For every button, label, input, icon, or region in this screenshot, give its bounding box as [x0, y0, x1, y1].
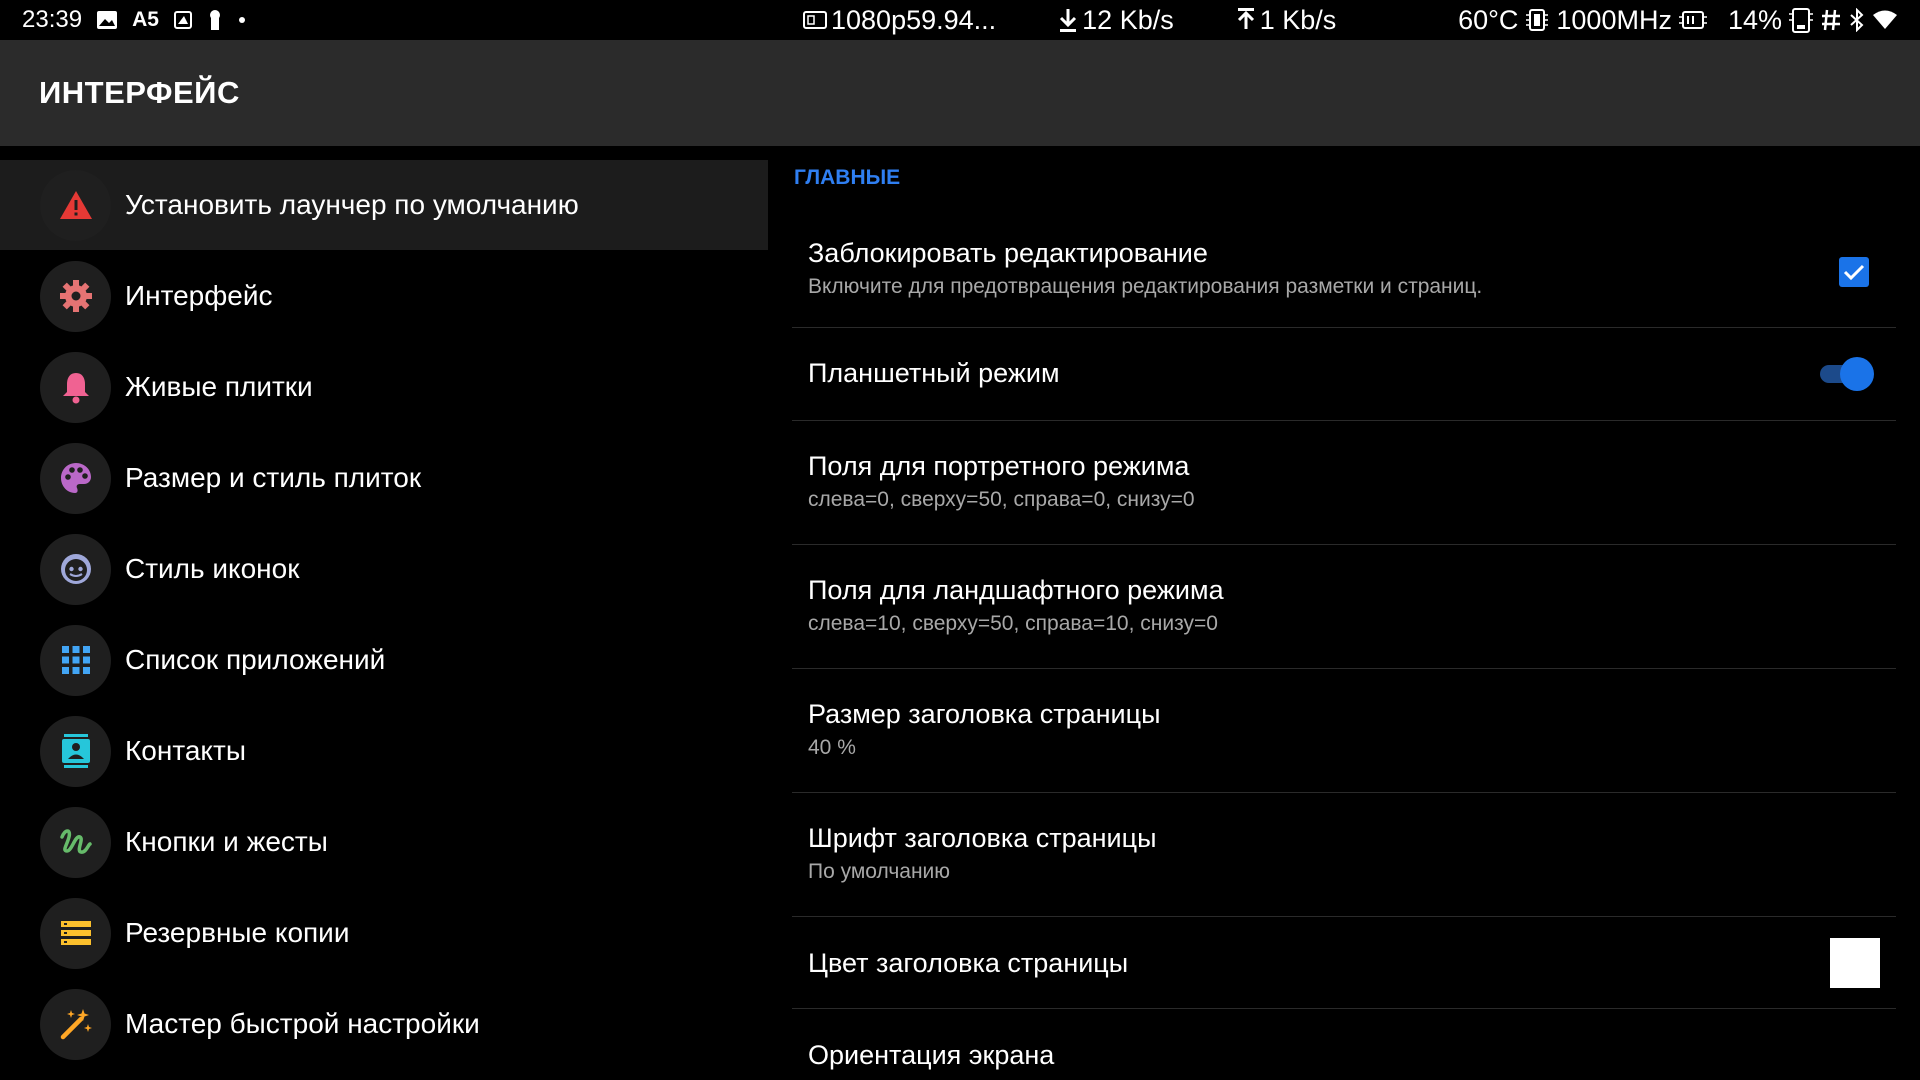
- nav-item-label: Список приложений: [125, 644, 386, 675]
- download-speed: 12 Kb/s: [1058, 5, 1174, 36]
- cpu-chip-icon: [1678, 8, 1708, 32]
- pref-title: Заблокировать редактирование: [808, 238, 1208, 268]
- contact-card-icon: [40, 715, 111, 787]
- network-hash-icon: [1820, 8, 1842, 32]
- color-swatch[interactable]: [1830, 938, 1880, 988]
- pref-summary: По умолчанию: [808, 860, 951, 883]
- gear-icon: [40, 260, 111, 332]
- pref-title: Поля для портретного режима: [808, 451, 1190, 481]
- palette-icon: [40, 442, 111, 514]
- nav-item-label: Интерфейс: [125, 280, 273, 311]
- switch-thumb: [1840, 357, 1874, 391]
- keyhole-icon: [207, 9, 223, 31]
- grid-icon: [40, 624, 111, 696]
- nav-item-tile-size-style[interactable]: Размер и стиль плиток: [0, 433, 768, 523]
- app-bar: ИНТЕРФЕЙС: [0, 40, 1920, 146]
- warning-icon: [40, 169, 111, 241]
- pref-lock-editing[interactable]: Заблокировать редактирование Включите дл…: [792, 216, 1896, 328]
- battery-icon: [1788, 6, 1814, 34]
- cpu-temp-icon: [1524, 7, 1550, 33]
- pref-title: Поля для ландшафтного режима: [808, 575, 1224, 605]
- pref-summary: Включите для предотвращения редактирован…: [808, 275, 1483, 298]
- nav-item-set-default-launcher[interactable]: Установить лаунчер по умолчанию: [0, 160, 768, 250]
- dot-icon: [237, 15, 247, 25]
- magic-wand-icon: [40, 988, 111, 1060]
- pref-summary: 40 %: [808, 736, 856, 759]
- screenshot-icon: [173, 10, 193, 30]
- pref-title: Цвет заголовка страницы: [808, 948, 1129, 978]
- bluetooth-icon: [1848, 8, 1866, 32]
- pref-title: Шрифт заголовка страницы: [808, 823, 1157, 853]
- clock: 23:39: [22, 6, 83, 33]
- storage-icon: [40, 897, 111, 969]
- nav-item-icon-style[interactable]: Стиль иконок: [0, 524, 768, 614]
- upload-speed: 1 Kb/s: [1236, 4, 1337, 36]
- checkmark-icon: [1843, 264, 1865, 281]
- pref-summary: слева=10, сверху=50, справа=10, снизу=0: [808, 612, 1218, 635]
- nav-item-label: Стиль иконок: [125, 553, 300, 584]
- nav-item-interface[interactable]: Интерфейс: [0, 251, 768, 341]
- pref-title: Размер заголовка страницы: [808, 699, 1161, 729]
- nav-item-live-tiles[interactable]: Живые плитки: [0, 342, 768, 432]
- nav-item-label: Установить лаунчер по умолчанию: [125, 189, 579, 220]
- upload-arrow-icon: [1236, 7, 1256, 33]
- lock-editing-checkbox[interactable]: [1839, 257, 1869, 287]
- battery-percent-text: 14%: [1727, 4, 1782, 35]
- download-arrow-icon: [1058, 7, 1078, 33]
- section-header: ГЛАВНЫЕ: [794, 166, 901, 189]
- nav-item-contacts[interactable]: Контакты: [0, 706, 768, 796]
- pref-summary: слева=0, сверху=50, справа=0, снизу=0: [808, 488, 1195, 511]
- resolution-text: 1080p59.94...: [831, 4, 997, 35]
- pref-page-title-size[interactable]: Размер заголовка страницы 40 %: [792, 669, 1896, 793]
- nav-item-label: Резервные копии: [125, 917, 350, 948]
- pref-landscape-margins[interactable]: Поля для ландшафтного режима слева=10, с…: [792, 545, 1896, 669]
- pref-title: Ориентация экрана: [808, 1040, 1055, 1070]
- pref-screen-orientation[interactable]: Ориентация экрана: [792, 1009, 1896, 1080]
- status-bar: 23:39 A5 1080p59.94... 12 Kb/s 1 Kb/s 60…: [0, 0, 1920, 40]
- nav-item-label: Контакты: [125, 735, 246, 766]
- screen-icon: [803, 9, 827, 31]
- pref-portrait-margins[interactable]: Поля для портретного режима слева=0, све…: [792, 421, 1896, 545]
- image-icon: [96, 10, 118, 30]
- page-title: ИНТЕРФЕЙС: [39, 75, 240, 110]
- resolution-indicator: 1080p59.94...: [803, 5, 996, 36]
- settings-category-list: Установить лаунчер по умолчанию Интерфей…: [0, 160, 768, 1080]
- nav-item-label: Размер и стиль плиток: [125, 462, 422, 493]
- gesture-icon: [40, 806, 111, 878]
- download-speed-text: 12 Kb/s: [1082, 4, 1174, 35]
- pref-page-title-font[interactable]: Шрифт заголовка страницы По умолчанию: [792, 793, 1896, 917]
- face-icon: [40, 533, 111, 605]
- pref-title: Планшетный режим: [808, 358, 1060, 388]
- nav-item-buttons-gestures[interactable]: Кнопки и жесты: [0, 797, 768, 887]
- upload-speed-text: 1 Kb/s: [1259, 4, 1337, 35]
- nav-item-label: Живые плитки: [125, 371, 313, 402]
- cpu-freq-text: 1000MHz: [1556, 4, 1672, 35]
- pref-page-title-color[interactable]: Цвет заголовка страницы: [792, 917, 1896, 1009]
- bell-icon: [40, 351, 111, 423]
- nav-item-app-list[interactable]: Список приложений: [0, 615, 768, 705]
- nav-item-quick-setup-wizard[interactable]: Мастер быстрой настройки: [0, 979, 768, 1069]
- pref-tablet-mode[interactable]: Планшетный режим: [792, 328, 1896, 421]
- tablet-mode-switch[interactable]: [1818, 355, 1874, 393]
- nav-item-backups[interactable]: Резервные копии: [0, 888, 768, 978]
- a5-icon: A5: [132, 8, 159, 31]
- nav-item-label: Мастер быстрой настройки: [125, 1008, 480, 1039]
- nav-item-label: Кнопки и жесты: [125, 826, 328, 857]
- temperature-text: 60°C: [1458, 4, 1519, 35]
- wifi-icon: [1872, 9, 1898, 31]
- preferences-panel: ГЛАВНЫЕ Заблокировать редактирование Вкл…: [792, 146, 1896, 1080]
